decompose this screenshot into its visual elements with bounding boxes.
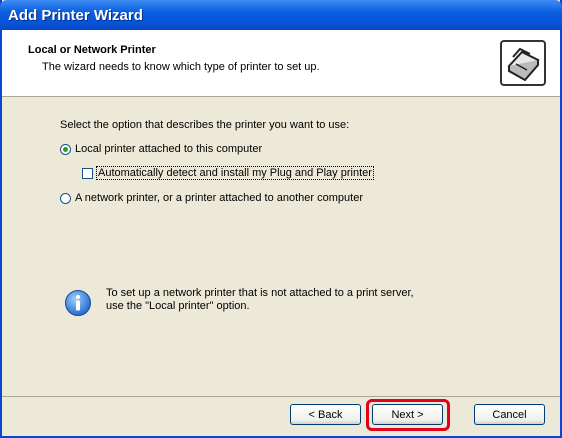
- auto-detect-checkbox[interactable]: [82, 167, 93, 179]
- auto-detect-option[interactable]: Automatically detect and install my Plug…: [82, 166, 374, 180]
- info-note: To set up a network printer that is not …: [64, 287, 414, 317]
- cancel-button[interactable]: Cancel: [474, 404, 545, 425]
- window-title: Add Printer Wizard: [8, 7, 143, 24]
- option-prompt: Select the option that describes the pri…: [60, 119, 350, 131]
- title-bar[interactable]: Add Printer Wizard: [0, 0, 562, 30]
- wizard-header: Local or Network Printer The wizard need…: [2, 30, 560, 97]
- page-title: Local or Network Printer: [28, 44, 156, 56]
- auto-detect-label: Automatically detect and install my Plug…: [96, 166, 374, 180]
- network-printer-radio[interactable]: [60, 192, 71, 204]
- printer-icon: [500, 40, 546, 86]
- page-subtitle: The wizard needs to know which type of p…: [42, 61, 320, 73]
- info-icon: [65, 290, 91, 316]
- back-button[interactable]: < Back: [290, 404, 361, 425]
- network-printer-option[interactable]: A network printer, or a printer attached…: [60, 192, 363, 204]
- local-printer-radio[interactable]: [60, 143, 71, 155]
- info-line-1: To set up a network printer that is not …: [106, 287, 414, 299]
- info-line-2: use the "Local printer" option.: [106, 300, 250, 312]
- local-printer-option[interactable]: Local printer attached to this computer: [60, 143, 262, 155]
- next-button[interactable]: Next >: [372, 404, 443, 425]
- wizard-window: Add Printer Wizard Local or Network Prin…: [0, 0, 562, 438]
- network-printer-label: A network printer, or a printer attached…: [75, 192, 363, 204]
- local-printer-label: Local printer attached to this computer: [75, 143, 263, 155]
- button-row: < Back Next > Cancel: [2, 396, 560, 437]
